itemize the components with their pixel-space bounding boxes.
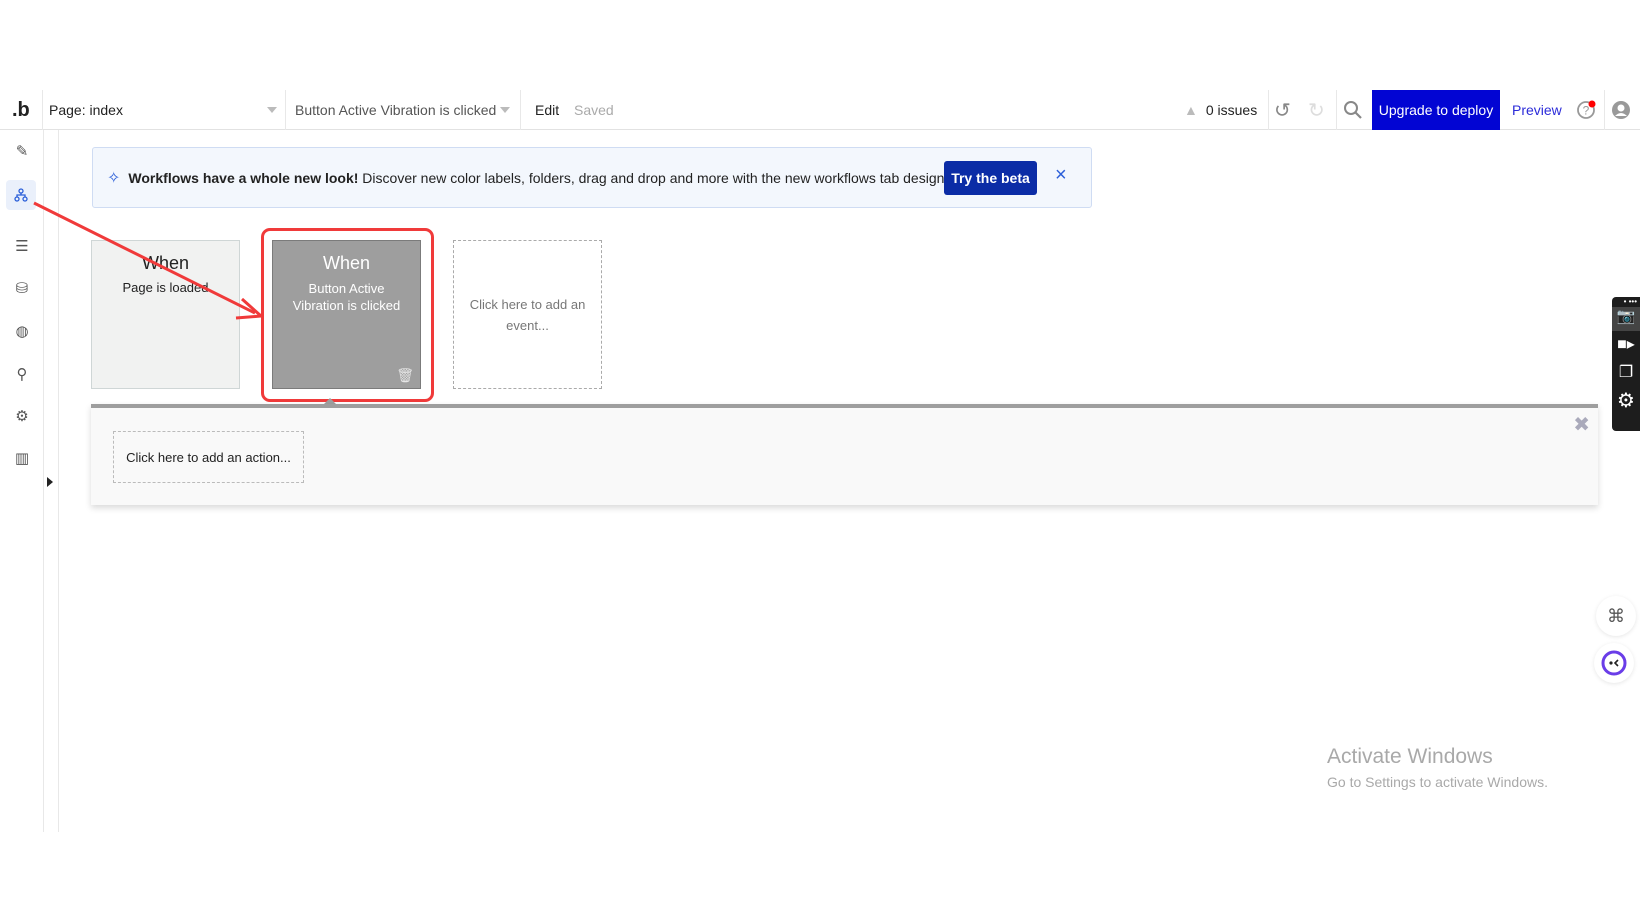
more-icon[interactable]: • ••• — [1612, 297, 1640, 307]
activate-windows-subtitle: Go to Settings to activate Windows. — [1327, 774, 1548, 790]
screen-recorder-toolbar: • ••• 📷 ■▸ ❐ ⚙ — [1612, 297, 1640, 431]
camera-icon[interactable]: 📷 — [1612, 307, 1640, 331]
activate-windows-title: Activate Windows — [1327, 745, 1493, 768]
command-icon[interactable]: ⌘ — [1596, 596, 1636, 636]
assistant-icon[interactable] — [1594, 643, 1634, 683]
video-icon[interactable]: ■▸ — [1612, 331, 1640, 359]
gear-icon[interactable]: ⚙ — [1612, 387, 1640, 415]
window-capture-icon[interactable]: ❐ — [1612, 359, 1640, 387]
